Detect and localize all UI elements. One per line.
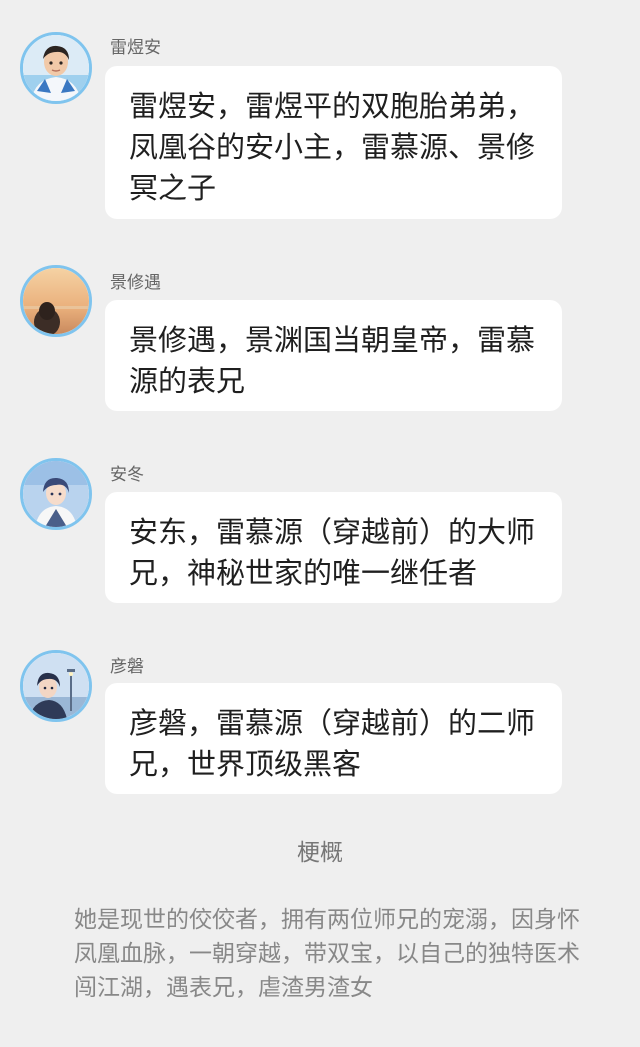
section-title: 梗概 [297, 840, 343, 866]
sunset-silhouette-avatar-icon [23, 268, 89, 334]
avatar[interactable] [20, 32, 92, 104]
message-bubble[interactable]: 彦磐，雷慕源（穿越前）的二师兄，世界顶级黑客 [105, 683, 562, 794]
anime-boy-blue-avatar-icon [23, 461, 89, 527]
summary-text: 她是现世的佼佼者，拥有两位师兄的宠溺，因身怀凤凰血脉，一朝穿越，带双宝，以自己的… [74, 907, 580, 1001]
avatar[interactable] [20, 265, 92, 337]
child-portrait-avatar-icon [23, 35, 89, 101]
avatar[interactable] [20, 458, 92, 530]
sender-name: 彦磐 [110, 657, 144, 677]
message-bubble[interactable]: 雷煜安，雷煜平的双胞胎弟弟，凤凰谷的安小主，雷慕源、景修冥之子 [105, 66, 562, 219]
avatar[interactable] [20, 650, 92, 722]
message-bubble[interactable]: 安东，雷慕源（穿越前）的大师兄，神秘世家的唯一继任者 [105, 492, 562, 603]
sender-name: 雷煜安 [110, 38, 161, 58]
anime-boy-streetlamp-avatar-icon [23, 653, 89, 719]
message-bubble[interactable]: 景修遇，景渊国当朝皇帝，雷慕源的表兄 [105, 300, 562, 411]
sender-name: 安冬 [110, 465, 144, 485]
sender-name: 景修遇 [110, 273, 161, 293]
